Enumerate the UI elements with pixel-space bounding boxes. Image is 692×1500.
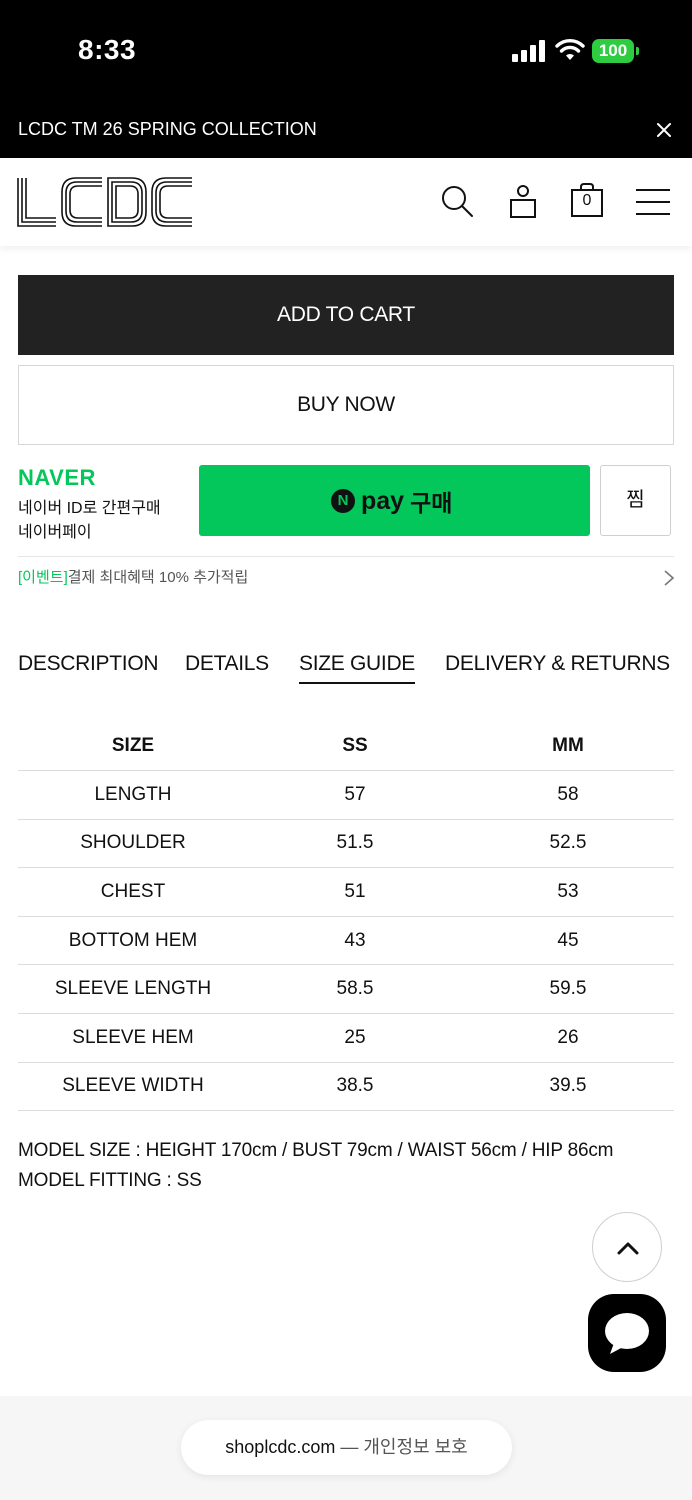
scroll-to-top-button[interactable]	[592, 1212, 662, 1282]
buy-now-button[interactable]: BUY NOW	[18, 365, 674, 445]
signal-icon	[512, 40, 546, 62]
table-cell: 53	[462, 867, 674, 917]
naver-pay-button[interactable]: N pay 구매	[199, 465, 590, 536]
table-row: SHOULDER 51.5 52.5	[18, 819, 674, 869]
table-row: SLEEVE LENGTH 58.5 59.5	[18, 964, 674, 1015]
wifi-icon	[555, 39, 585, 60]
tab-description[interactable]: DESCRIPTION	[18, 652, 159, 676]
tab-delivery-returns[interactable]: DELIVERY & RETURNS	[445, 652, 670, 676]
table-row: LENGTH 57 58	[18, 770, 674, 820]
naver-pay-label: pay	[361, 486, 405, 515]
divider	[18, 556, 674, 557]
close-icon[interactable]	[650, 116, 678, 144]
announcement-text: LCDC TM 26 SPRING COLLECTION	[18, 119, 317, 139]
table-cell: 57	[248, 770, 462, 820]
table-cell: 38.5	[248, 1062, 462, 1112]
table-cell: LENGTH	[18, 770, 248, 820]
shopping-bag-icon[interactable]: 0	[570, 182, 610, 222]
event-text: 결제 최대혜택 10% 추가적립	[67, 569, 249, 586]
add-to-cart-button[interactable]: ADD TO CART	[18, 275, 674, 355]
table-row: BOTTOM HEM 43 45	[18, 916, 674, 966]
table-header-row: SIZE SS MM	[18, 722, 674, 772]
table-cell: 39.5	[462, 1062, 674, 1112]
site-header: 0	[0, 158, 692, 246]
table-header-cell: SIZE	[18, 722, 248, 772]
naver-event-link[interactable]: [이벤트]결제 최대혜택 10% 추가적립	[18, 566, 248, 587]
tab-size-guide[interactable]: SIZE GUIDE	[299, 652, 415, 684]
battery-tip	[636, 47, 639, 55]
naver-brand-label: NAVER	[18, 465, 96, 490]
browser-url-bar[interactable]: shoplcdc.com — 개인정보 보호	[181, 1420, 512, 1475]
user-icon[interactable]	[504, 182, 544, 222]
chevron-up-icon	[617, 1242, 639, 1255]
model-fitting-text: MODEL FITTING : SS	[18, 1170, 202, 1191]
naver-n-icon: N	[331, 489, 355, 513]
chat-bubble-icon	[605, 1313, 649, 1354]
table-cell: 45	[462, 916, 674, 966]
naver-description: 네이버 ID로 간편구매	[18, 500, 161, 517]
table-header-cell: MM	[462, 722, 674, 772]
size-guide-table: SIZE SS MM LENGTH 57 58 SHOULDER 51.5 52…	[18, 722, 674, 1112]
table-cell: 58	[462, 770, 674, 820]
wishlist-button[interactable]: 찜	[600, 465, 671, 536]
product-tabs: DESCRIPTION DETAILS SIZE GUIDE DELIVERY …	[18, 652, 678, 692]
status-bar: 8:33 100	[0, 0, 692, 100]
menu-icon[interactable]	[634, 182, 674, 222]
table-cell: SLEEVE WIDTH	[18, 1062, 248, 1112]
cart-count: 0	[582, 192, 592, 209]
table-cell: SLEEVE HEM	[18, 1013, 248, 1063]
naver-pay-label-group: N pay 구매	[331, 485, 452, 517]
table-cell: 59.5	[462, 964, 674, 1015]
table-cell: SLEEVE LENGTH	[18, 964, 248, 1015]
table-row: SLEEVE WIDTH 38.5 39.5	[18, 1062, 674, 1112]
tab-details[interactable]: DETAILS	[185, 652, 269, 676]
naver-pay-name: 네이버페이	[18, 524, 92, 541]
battery-indicator: 100	[592, 39, 634, 63]
table-cell: 43	[248, 916, 462, 966]
table-row: SLEEVE HEM 25 26	[18, 1013, 674, 1063]
search-icon[interactable]	[438, 182, 478, 222]
naver-pay-buy-label: 구매	[410, 490, 453, 516]
table-row: CHEST 51 53	[18, 867, 674, 917]
table-cell: 51.5	[248, 819, 462, 869]
table-cell: SHOULDER	[18, 819, 248, 869]
table-cell: 26	[462, 1013, 674, 1063]
table-cell: CHEST	[18, 867, 248, 917]
url-privacy-label: — 개인정보 보호	[335, 1437, 468, 1457]
table-cell: 51	[248, 867, 462, 917]
chat-button[interactable]	[588, 1294, 666, 1372]
table-cell: BOTTOM HEM	[18, 916, 248, 966]
chevron-right-icon[interactable]	[662, 569, 676, 587]
status-time: 8:33	[78, 34, 137, 65]
event-tag: [이벤트]	[18, 569, 68, 586]
announcement-bar: LCDC TM 26 SPRING COLLECTION	[0, 100, 692, 158]
table-cell: 58.5	[248, 964, 462, 1015]
url-domain: shoplcdc.com	[225, 1437, 336, 1457]
lcdc-logo[interactable]	[16, 176, 194, 228]
model-size-text: MODEL SIZE : HEIGHT 170cm / BUST 79cm / …	[18, 1140, 614, 1161]
table-header-cell: SS	[248, 722, 462, 772]
table-cell: 52.5	[462, 819, 674, 869]
table-cell: 25	[248, 1013, 462, 1063]
